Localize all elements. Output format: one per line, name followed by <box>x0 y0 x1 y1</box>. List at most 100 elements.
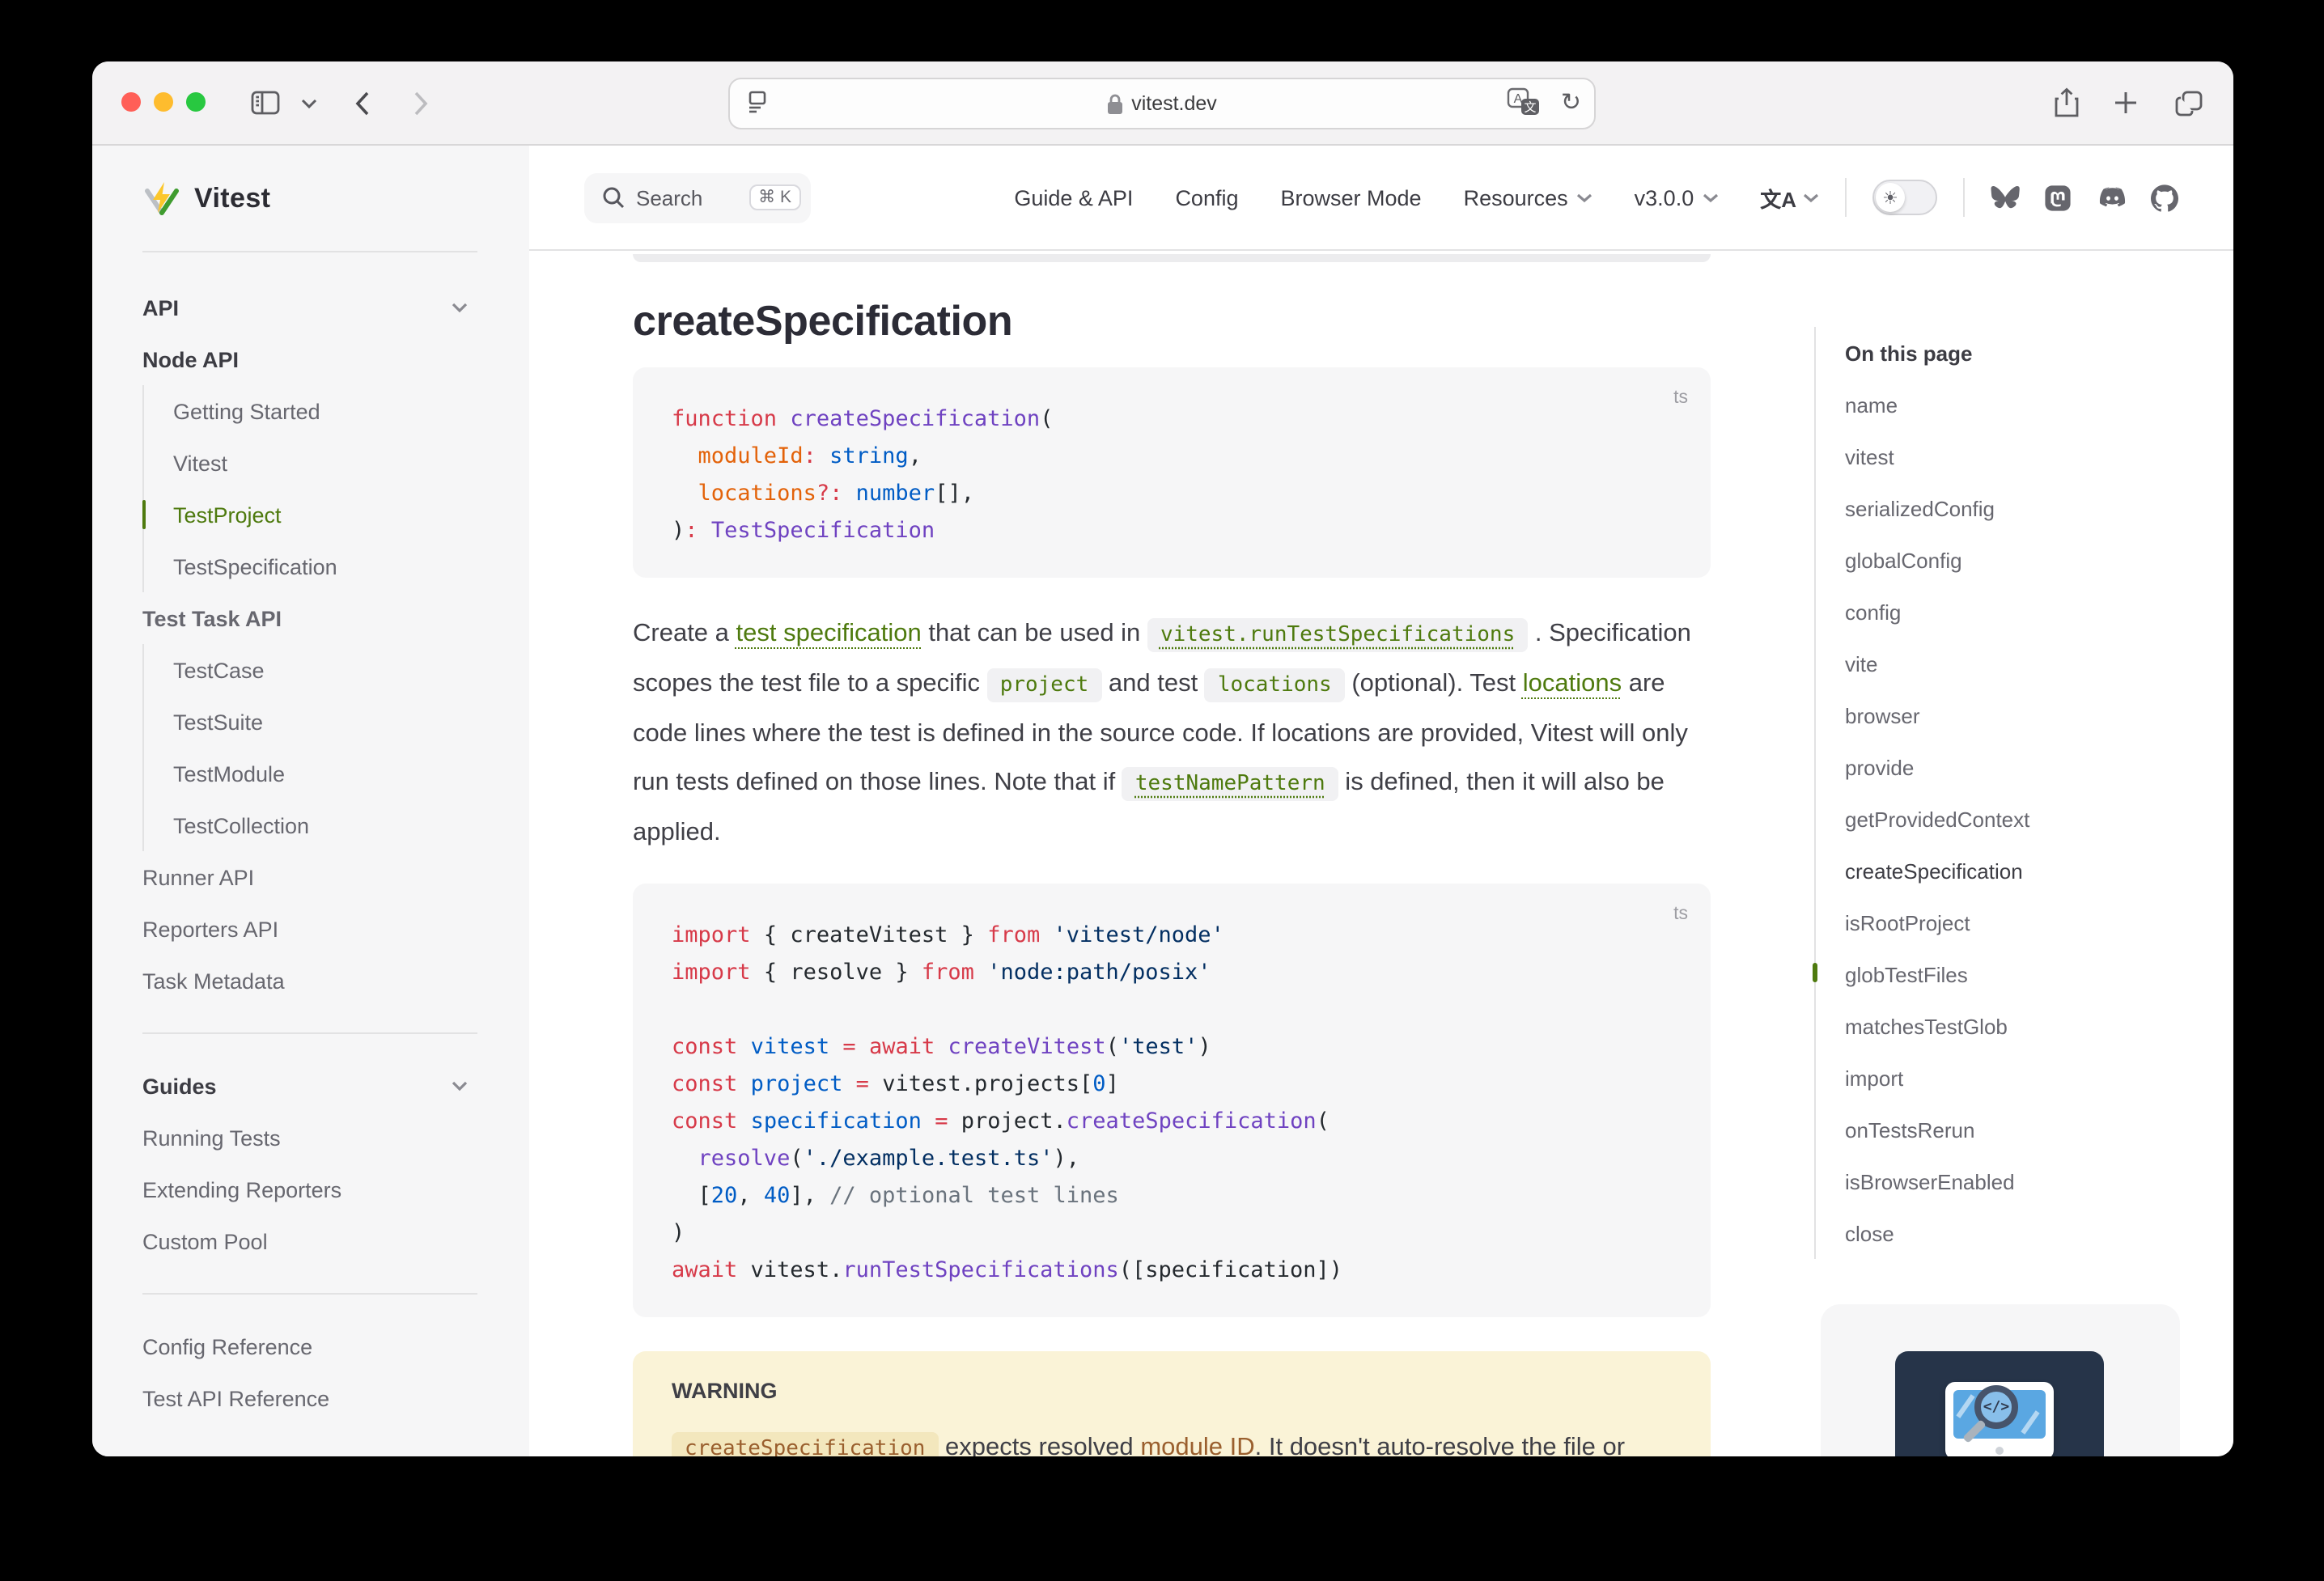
nav-resources[interactable]: Resources <box>1464 185 1592 210</box>
new-tab-icon[interactable] <box>2110 61 2140 144</box>
sidebar-item-getting-started[interactable]: Getting Started <box>144 385 529 437</box>
sidebar-item-testsuite[interactable]: TestSuite <box>144 696 529 748</box>
toc-list: namevitestserializedConfigglobalConfigco… <box>1845 379 2232 1259</box>
top-nav: Guide & API Config Browser Mode Resource… <box>1014 185 1718 210</box>
toc-title: On this page <box>1845 327 2232 379</box>
toc-item-createspecification[interactable]: createSpecification <box>1845 845 2232 896</box>
toc-item-ontestsrerun[interactable]: onTestsRerun <box>1845 1104 2232 1155</box>
toc-item-close[interactable]: close <box>1845 1207 2232 1259</box>
discord-icon[interactable] <box>2096 185 2127 210</box>
github-icon[interactable] <box>2151 184 2178 211</box>
page-content[interactable]: createSpecification ts function createSp… <box>529 251 2233 1456</box>
minimize-window-button[interactable] <box>154 92 173 112</box>
sidebar-item-task-metadata[interactable]: Task Metadata <box>142 955 529 1007</box>
toc-item-globtestfiles[interactable]: globTestFiles <box>1845 948 2232 1000</box>
search-placeholder: Search <box>636 185 737 210</box>
nav-config[interactable]: Config <box>1175 185 1238 210</box>
inline-text: Create a <box>633 620 736 647</box>
chevron-down-icon <box>1576 189 1592 206</box>
code-block-signature: ts function createSpecification( moduleI… <box>633 367 1711 578</box>
sidebar-api-links: Runner APIReporters APITask Metadata <box>142 851 529 1007</box>
toc-item-matchestestglob[interactable]: matchesTestGlob <box>1845 1000 2232 1052</box>
share-icon[interactable] <box>2052 61 2081 144</box>
mastodon-icon[interactable] <box>2044 184 2072 211</box>
code-lines: import { createVitest } from 'vitest/nod… <box>672 918 1672 1290</box>
search-input[interactable]: Search ⌘ K <box>584 172 811 223</box>
sidebar-chevron-icon[interactable] <box>299 61 319 144</box>
inline-link[interactable]: test specification <box>736 620 922 647</box>
social-links <box>1991 184 2178 211</box>
search-shortcut: ⌘ K <box>749 184 801 211</box>
toc-item-import[interactable]: import <box>1845 1052 2232 1104</box>
sidebar-item-testmodule[interactable]: TestModule <box>144 748 529 799</box>
sidebar-item-custom-pool[interactable]: Custom Pool <box>142 1215 529 1267</box>
sidebar-item-testcollection[interactable]: TestCollection <box>144 799 529 851</box>
table-of-contents: On this page namevitestserializedConfigg… <box>1814 327 2232 1259</box>
sidebar-toggle-icon[interactable] <box>249 61 282 144</box>
sidebar-item-vitest[interactable]: Vitest <box>144 437 529 489</box>
tab-overview-icon[interactable] <box>2172 61 2204 144</box>
sidebar-item-running-tests[interactable]: Running Tests <box>142 1112 529 1163</box>
sidebar-item-extending-reporters[interactable]: Extending Reporters <box>142 1163 529 1215</box>
inline-code: project <box>987 668 1102 702</box>
code-block-example: ts import { createVitest } from 'vitest/… <box>633 884 1711 1317</box>
nav-browser-mode[interactable]: Browser Mode <box>1281 185 1422 210</box>
toc-item-name[interactable]: name <box>1845 379 2232 430</box>
chevron-down-icon <box>1803 189 1819 206</box>
translate-icon[interactable]: A 文 <box>1507 87 1542 117</box>
toc-item-provide[interactable]: provide <box>1845 741 2232 793</box>
bluesky-icon[interactable] <box>1991 184 2020 210</box>
svg-text:文: 文 <box>1524 101 1536 115</box>
warning-body: createSpecification expects resolved mod… <box>672 1424 1672 1456</box>
toc-item-serializedconfig[interactable]: serializedConfig <box>1845 482 2232 534</box>
sidebar-item-testproject[interactable]: TestProject <box>144 489 529 540</box>
nav-guide-api[interactable]: Guide & API <box>1014 185 1133 210</box>
toc-item-vite[interactable]: vite <box>1845 638 2232 689</box>
site-header: Search ⌘ K Guide & API Config Browser Mo… <box>529 146 2233 251</box>
toc-item-config[interactable]: config <box>1845 586 2232 638</box>
inline-link[interactable]: module ID <box>1140 1434 1254 1456</box>
theme-toggle[interactable]: ☀ <box>1872 180 1937 215</box>
sidebar-item-test-task-api[interactable]: Test Task API <box>142 592 529 644</box>
divider <box>1963 178 1965 217</box>
toc-item-globalconfig[interactable]: globalConfig <box>1845 534 2232 586</box>
toc-item-vitest[interactable]: vitest <box>1845 430 2232 482</box>
logo[interactable]: Vitest <box>142 146 477 252</box>
inline-text: and test <box>1101 670 1205 697</box>
language-menu[interactable]: 文A <box>1760 182 1819 213</box>
inline-codelink[interactable]: vitest.runTestSpecifications <box>1147 618 1528 652</box>
sidebar-nav: API Node API Getting StartedVitestTestPr… <box>142 252 529 1424</box>
back-button[interactable] <box>350 61 375 144</box>
site-title: Vitest <box>194 182 270 214</box>
sidebar-bottom-links: Config ReferenceTest API Reference <box>142 1320 529 1424</box>
vitest-logo-icon <box>142 179 181 218</box>
inline-link[interactable]: locations <box>1523 670 1622 697</box>
toc-item-getprovidedcontext[interactable]: getProvidedContext <box>1845 793 2232 845</box>
sidebar-item-testcase[interactable]: TestCase <box>144 644 529 696</box>
toc-item-browser[interactable]: browser <box>1845 689 2232 741</box>
address-bar[interactable]: vitest.dev A 文 ↻ <box>728 78 1596 129</box>
search-icon <box>602 186 625 209</box>
sidebar-group-node-api: Getting StartedVitestTestProjectTestSpec… <box>142 385 529 592</box>
sidebar-section-api[interactable]: API <box>142 282 529 333</box>
sidebar-section-guides[interactable]: Guides <box>142 1060 529 1112</box>
forward-button[interactable] <box>408 61 434 144</box>
browser-toolbar: vitest.dev A 文 ↻ <box>92 61 2233 146</box>
sidebar-guides-links: Running TestsExtending ReportersCustom P… <box>142 1112 529 1267</box>
sidebar-item-runner-api[interactable]: Runner API <box>142 851 529 903</box>
sponsor-card[interactable]: </> <box>1821 1304 2180 1456</box>
sidebar-item-config-reference[interactable]: Config Reference <box>142 1320 529 1372</box>
browser-window: vitest.dev A 文 ↻ <box>92 61 2233 1456</box>
warning-callout: WARNING createSpecification expects reso… <box>633 1351 1711 1456</box>
sidebar-item-test-api-reference[interactable]: Test API Reference <box>142 1372 529 1424</box>
zoom-window-button[interactable] <box>186 92 206 112</box>
toc-item-isbrowserenabled[interactable]: isBrowserEnabled <box>1845 1155 2232 1207</box>
sidebar-item-testspecification[interactable]: TestSpecification <box>144 540 529 592</box>
toc-item-isrootproject[interactable]: isRootProject <box>1845 896 2232 948</box>
sidebar-item-reporters-api[interactable]: Reporters API <box>142 903 529 955</box>
inline-codelink[interactable]: testNamePattern <box>1122 767 1338 801</box>
sidebar-item-node-api[interactable]: Node API <box>142 333 529 385</box>
reload-icon[interactable]: ↻ <box>1561 79 1581 125</box>
nav-version[interactable]: v3.0.0 <box>1635 185 1719 210</box>
close-window-button[interactable] <box>121 92 141 112</box>
